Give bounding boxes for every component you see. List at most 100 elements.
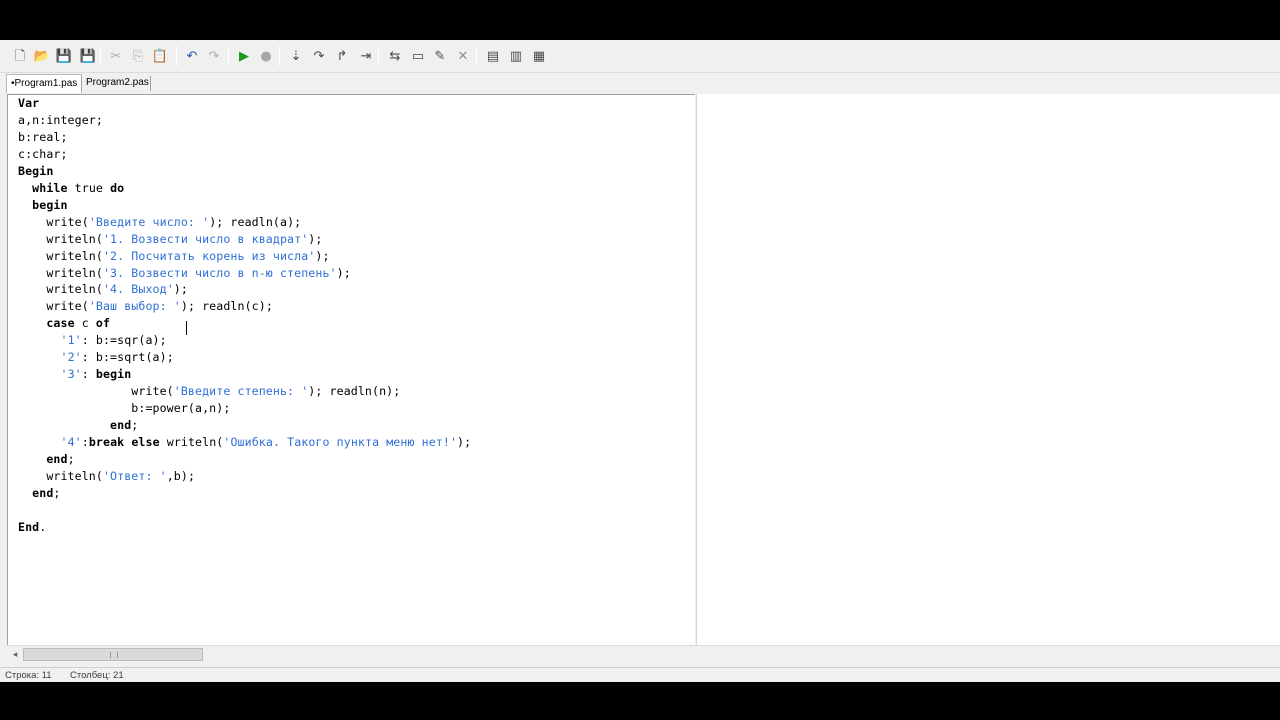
code-line: begin	[18, 198, 68, 215]
stop-icon[interactable]: ●	[257, 47, 275, 65]
code-editor[interactable]: Var a,n:integer; b:real; c:char; Begin while…	[7, 94, 696, 646]
code-line: writeln('Ответ: ',b);	[18, 469, 195, 486]
toolbar-separator	[176, 46, 177, 66]
code-line: b:=power(a,n);	[18, 401, 230, 418]
keyword-token: begin	[95, 367, 132, 382]
step-over-icon[interactable]: ↷	[310, 47, 328, 65]
toolbar-separator	[100, 46, 101, 66]
tab-bar: •Program1.pas Program2.pas	[0, 73, 1280, 93]
code-token: true	[67, 180, 111, 195]
keyword-token: of	[95, 316, 111, 331]
step-into-icon[interactable]: ⇣	[287, 47, 305, 65]
undo-icon[interactable]: ↶	[183, 47, 201, 65]
string-token: '4'	[60, 435, 82, 449]
code-line: Begin	[18, 164, 53, 181]
code-token: writeln(	[18, 282, 103, 297]
layout-3-icon[interactable]: ▦	[530, 47, 548, 65]
code-line: '4':break else writeln('Ошибка. Такого п…	[18, 435, 471, 452]
status-row: Строка: 11	[5, 670, 52, 681]
code-line: while true do	[18, 181, 124, 198]
code-line: case c of	[18, 316, 110, 333]
code-line: end;	[18, 486, 61, 503]
string-token: '2'	[60, 350, 82, 365]
code-token: );	[336, 265, 351, 280]
string-token: '1'	[60, 333, 82, 348]
code-token: );	[315, 248, 330, 263]
code-line: c:char;	[18, 147, 68, 164]
string-token: 'Ваш выбор: '	[88, 299, 181, 314]
toolbar: 🗋 📂 💾 💾 ✂ ⎘ 📋 ↶ ↷ ▶ ● ⇣ ↷ ↱ ⇥ ⇆ ▭ ✎ ✕ ▤ ▥ ▦	[0, 40, 1280, 73]
code-token: ); readln(c);	[180, 299, 273, 314]
keyword-token: do	[110, 180, 125, 195]
toolbar-separator	[476, 46, 477, 66]
new-file-icon[interactable]: 🗋	[11, 47, 29, 65]
keyword-token: begin	[32, 197, 68, 212]
code-token: writeln(	[18, 265, 103, 280]
keyword-token: while	[32, 180, 68, 195]
copy-icon[interactable]: ⎘	[129, 47, 147, 65]
code-token: :	[81, 435, 89, 449]
code-area[interactable]: Var a,n:integer; b:real; c:char; Begin while…	[8, 95, 696, 646]
scroll-left-icon[interactable]: ◂	[9, 649, 21, 661]
layout-1-icon[interactable]: ▤	[484, 47, 502, 65]
string-token: '1. Возвести число в квадрат'	[102, 231, 309, 246]
edit-icon[interactable]: ✎	[431, 47, 449, 65]
code-line: write('Введите степень: '); readln(n);	[18, 384, 400, 401]
toolbar-separator	[279, 46, 280, 66]
watch-icon[interactable]: ⇆	[386, 47, 404, 65]
code-line: writeln('4. Выход');	[18, 282, 188, 299]
save-icon[interactable]: 💾	[55, 47, 73, 65]
run-icon[interactable]: ▶	[235, 47, 253, 65]
keyword-token: end	[110, 418, 132, 433]
code-token: : b:=sqrt(a);	[81, 350, 174, 365]
code-token: c:char;	[18, 146, 68, 161]
code-token: b:=power(a,n);	[18, 401, 231, 416]
code-line: write('Ваш выбор: '); readln(c);	[18, 299, 273, 316]
code-token: write(	[18, 384, 174, 399]
keyword-token: End	[18, 519, 40, 534]
paste-icon[interactable]: 📋	[151, 47, 169, 65]
code-token: a,n:integer;	[18, 112, 103, 127]
code-token: writeln(	[159, 435, 224, 449]
open-folder-icon[interactable]: 📂	[33, 47, 51, 65]
redo-icon[interactable]: ↷	[205, 47, 223, 65]
layout-2-icon[interactable]: ▥	[507, 47, 525, 65]
code-line: end;	[18, 418, 138, 435]
code-token: writeln(	[18, 468, 103, 483]
code-line: End.	[18, 520, 46, 537]
grip-icon	[110, 652, 118, 658]
keyword-token: break	[88, 435, 125, 449]
output-pane[interactable]	[696, 94, 1280, 645]
step-out-icon[interactable]: ↱	[333, 47, 351, 65]
ide-window: 🗋 📂 💾 💾 ✂ ⎘ 📋 ↶ ↷ ▶ ● ⇣ ↷ ↱ ⇥ ⇆ ▭ ✎ ✕ ▤ ▥ ▦ •Program1.pas Pro…	[0, 40, 1280, 682]
tab-divider	[150, 76, 151, 91]
tab-program2[interactable]: Program2.pas	[82, 74, 153, 93]
keyword-token: else	[131, 435, 160, 449]
code-line: Var	[18, 96, 39, 113]
code-token: b:real;	[18, 129, 68, 144]
run-to-cursor-icon[interactable]: ⇥	[357, 47, 375, 65]
save-all-icon[interactable]: 💾	[79, 47, 97, 65]
string-token: 'Введите число: '	[88, 214, 210, 229]
horizontal-scrollbar[interactable]: ◂	[7, 645, 1280, 663]
string-token: '3'	[60, 367, 82, 382]
cut-icon[interactable]: ✂	[107, 47, 125, 65]
window-icon[interactable]: ▭	[409, 47, 427, 65]
tab-program1[interactable]: •Program1.pas	[6, 74, 83, 93]
code-token: ;	[53, 485, 61, 500]
code-token: c	[74, 316, 96, 331]
code-token: );	[457, 435, 472, 449]
close-icon[interactable]: ✕	[454, 47, 472, 65]
keyword-token: case	[46, 316, 75, 331]
code-token: ); readln(a);	[209, 214, 302, 229]
keyword-token: Var	[18, 96, 40, 110]
scrollbar-thumb[interactable]	[23, 648, 203, 661]
